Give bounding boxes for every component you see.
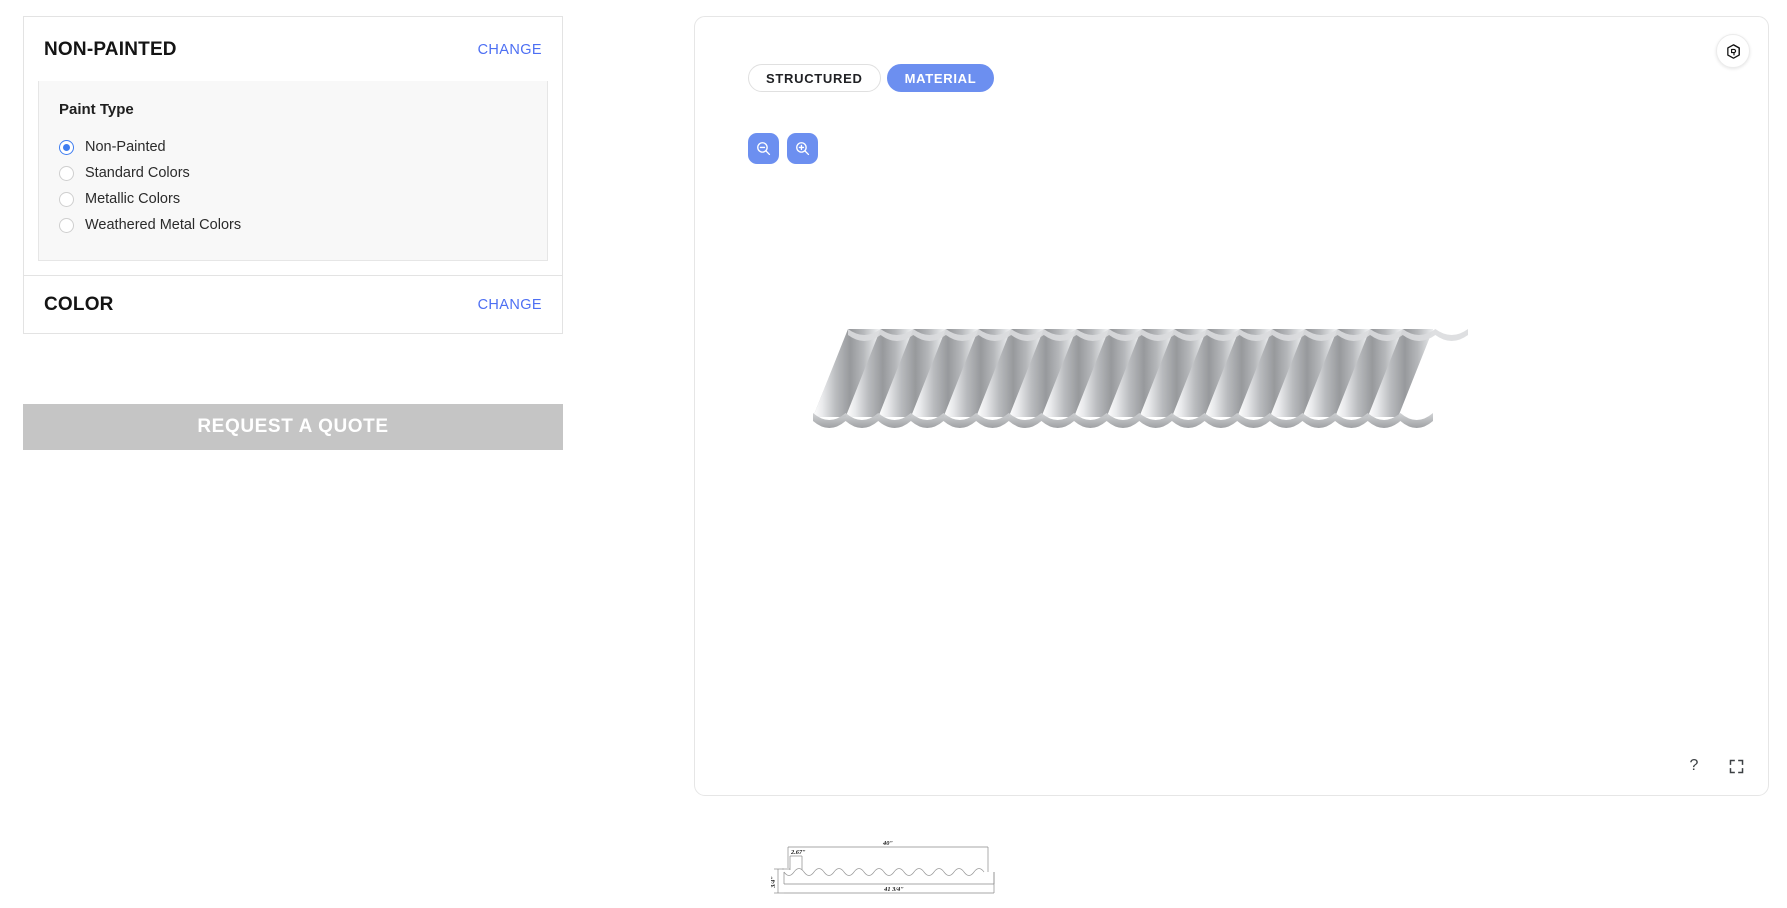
zoom-in-button[interactable]	[787, 133, 818, 164]
fullscreen-button[interactable]	[1720, 750, 1752, 782]
radio-label-weathered-metal-colors: Weathered Metal Colors	[85, 217, 241, 233]
paint-type-card: NON-PAINTED CHANGE Paint Type Non-Painte…	[23, 16, 563, 276]
radio-label-standard-colors: Standard Colors	[85, 165, 190, 181]
dim-rib-depth: 3/4"	[770, 876, 777, 889]
request-a-quote-button[interactable]: REQUEST A QUOTE	[23, 404, 563, 450]
radio-option-non-painted[interactable]: Non-Painted	[49, 134, 537, 160]
cube-3d-icon	[1725, 43, 1742, 60]
color-card-header: COLOR CHANGE	[24, 276, 562, 316]
technical-drawing: 40" 2.67" 41 3/4" 3/4"	[770, 838, 1030, 904]
dim-overall-width: 41 3/4"	[883, 886, 904, 893]
paint-type-card-header: NON-PAINTED CHANGE	[24, 17, 562, 81]
radio-label-metallic-colors: Metallic Colors	[85, 191, 180, 207]
fullscreen-icon	[1728, 758, 1745, 775]
help-button[interactable]: ?	[1678, 750, 1710, 782]
profile-dimension-drawing: 40" 2.67" 41 3/4" 3/4"	[770, 838, 1030, 904]
view-3d-button[interactable]	[1716, 34, 1750, 68]
tab-structured[interactable]: STRUCTURED	[748, 64, 881, 92]
radio-icon-weathered-metal-colors[interactable]	[59, 218, 74, 233]
radio-option-weathered-metal-colors[interactable]: Weathered Metal Colors	[49, 212, 537, 238]
color-card: COLOR CHANGE	[23, 276, 563, 334]
radio-icon-non-painted[interactable]	[59, 140, 74, 155]
radio-label-non-painted: Non-Painted	[85, 139, 166, 155]
color-section-title: COLOR	[44, 294, 114, 316]
page-root: NON-PAINTED CHANGE Paint Type Non-Painte…	[0, 0, 1787, 908]
viewer-tabs: STRUCTURED MATERIAL	[748, 64, 994, 92]
configurator-panel: NON-PAINTED CHANGE Paint Type Non-Painte…	[23, 16, 563, 334]
tab-material[interactable]: MATERIAL	[887, 64, 995, 92]
dim-top-width: 40"	[882, 840, 893, 847]
product-viewer-panel: STRUCTURED MATERIAL	[694, 16, 1769, 796]
radio-icon-standard-colors[interactable]	[59, 166, 74, 181]
paint-type-card-body: Paint Type Non-Painted Standard Colors M…	[24, 81, 562, 275]
radio-icon-metallic-colors[interactable]	[59, 192, 74, 207]
panel-ribs	[813, 329, 1468, 417]
page-title: NON-PAINTED	[44, 39, 177, 61]
help-icon: ?	[1690, 757, 1699, 775]
panel-3d-image	[773, 317, 1473, 447]
paint-type-options: Paint Type Non-Painted Standard Colors M…	[38, 81, 548, 261]
viewer-corner-tools: ?	[1678, 750, 1752, 782]
radio-option-metallic-colors[interactable]: Metallic Colors	[49, 186, 537, 212]
zoom-in-icon	[794, 140, 811, 157]
corrugated-panel-render	[773, 317, 1473, 447]
dim-rib-pitch: 2.67"	[790, 849, 806, 856]
zoom-out-icon	[755, 140, 772, 157]
zoom-out-button[interactable]	[748, 133, 779, 164]
change-color-button[interactable]: CHANGE	[478, 297, 542, 313]
zoom-controls	[748, 133, 818, 164]
paint-type-group-label: Paint Type	[59, 101, 537, 118]
change-paint-button[interactable]: CHANGE	[478, 42, 542, 58]
radio-option-standard-colors[interactable]: Standard Colors	[49, 160, 537, 186]
